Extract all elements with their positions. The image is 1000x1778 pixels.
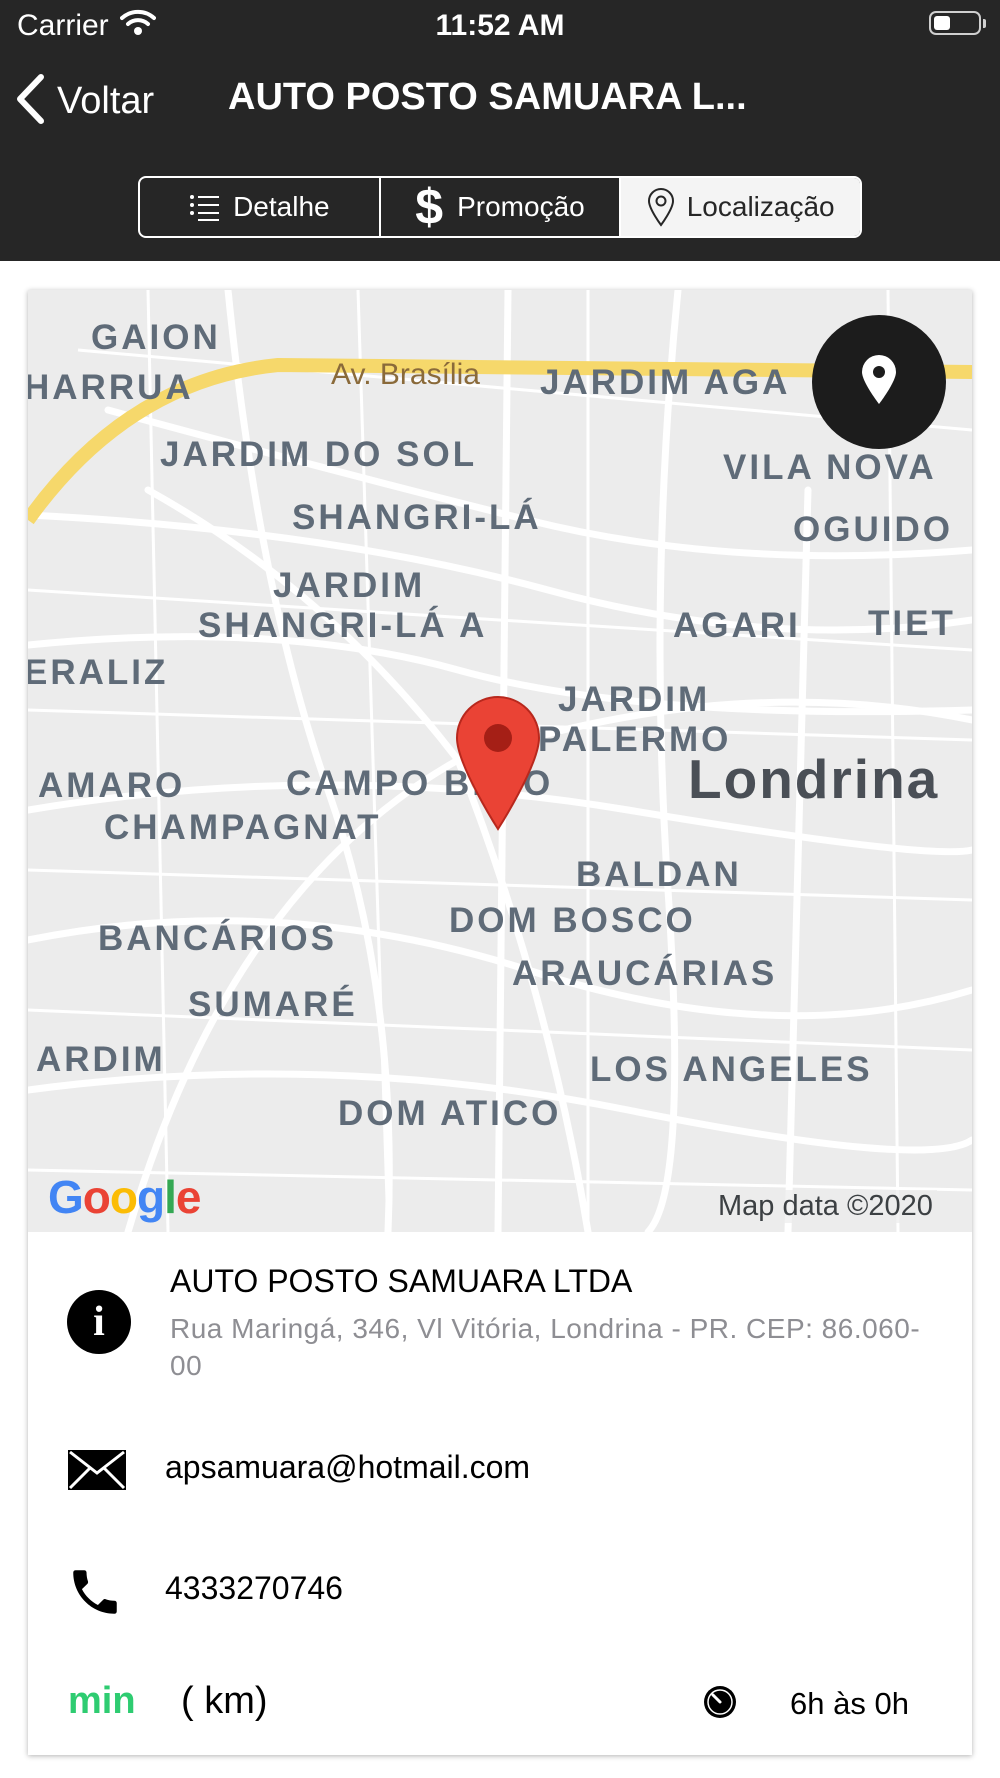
list-icon	[189, 193, 221, 221]
info-icon: i	[67, 1290, 131, 1354]
map-label: DOM ATICO	[338, 1094, 562, 1133]
map-label: JARDIM AGA	[540, 363, 791, 402]
map-label: SHANGRI-LÁ A	[198, 606, 488, 645]
map-label: JARDIM DO SOL	[160, 435, 478, 474]
map-label: DOM BOSCO	[449, 901, 696, 940]
clock-icon	[702, 1684, 738, 1725]
map-label: TIET	[868, 604, 956, 643]
phone-icon	[66, 1563, 124, 1626]
map-pin-icon	[647, 187, 675, 227]
map-label: OGUIDO	[793, 510, 953, 549]
back-label: Voltar	[57, 79, 155, 122]
map-label: CHAMPAGNAT	[104, 808, 382, 847]
back-button[interactable]: Voltar	[15, 70, 154, 132]
google-logo: Google	[48, 1171, 201, 1223]
tab-label: Promoção	[457, 191, 585, 222]
map-label: SHANGRI-LÁ	[292, 498, 542, 537]
map-label: BANCÁRIOS	[98, 919, 337, 958]
map-label: AMARO	[38, 766, 186, 805]
map-label: Av. Brasília	[331, 358, 480, 391]
map-marker-icon[interactable]	[455, 695, 541, 836]
location-pin-icon	[860, 354, 898, 411]
tab-promocao[interactable]: $ Promoção	[381, 178, 622, 236]
map-view[interactable]: GAION HARRUA Av. Brasília JARDIM AGA JAR…	[28, 290, 972, 1232]
station-phone[interactable]: 4333270746	[165, 1570, 343, 1607]
map-label: BALDAN	[576, 855, 742, 894]
map-label: ARAUCÁRIAS	[512, 954, 778, 993]
status-bar: Carrier 11:52 AM	[0, 0, 1000, 50]
chevron-left-icon	[15, 73, 45, 129]
tab-detalhe[interactable]: Detalhe	[140, 178, 381, 236]
station-address: Rua Maringá, 346, Vl Vitória, Londrina -…	[170, 1313, 921, 1381]
travel-time: min	[68, 1680, 136, 1722]
map-label: HARRUA	[28, 368, 194, 407]
station-name: AUTO POSTO SAMUARA LTDA	[170, 1263, 633, 1299]
dollar-icon: $	[415, 179, 444, 235]
map-label: AGARI	[673, 606, 801, 645]
map-label: GAION	[91, 318, 221, 357]
distance: ( km)	[181, 1680, 268, 1722]
mail-icon	[67, 1449, 127, 1496]
map-label-city: Londrina	[688, 748, 940, 810]
station-email[interactable]: apsamuara@hotmail.com	[165, 1449, 530, 1486]
map-label: JARDIM	[273, 566, 426, 605]
battery-icon	[929, 11, 986, 35]
tab-label: Localização	[686, 191, 835, 222]
map-label: ERALIZ	[28, 653, 169, 692]
map-credit: Map data ©2020	[714, 1190, 937, 1223]
tab-label: Detalhe	[233, 191, 330, 222]
map-label: SUMARÉ	[188, 985, 358, 1024]
tab-localizacao[interactable]: Localização	[621, 178, 860, 236]
segmented-control: Detalhe $ Promoção Localização	[138, 176, 862, 238]
my-location-button[interactable]	[812, 315, 946, 449]
map-label: ARDIM	[36, 1040, 166, 1079]
clock-time: 11:52 AM	[435, 9, 565, 42]
map-label: LOS ANGELES	[590, 1050, 873, 1089]
page-title: AUTO POSTO SAMUARA L...	[228, 76, 747, 118]
map-label: VILA NOVA	[723, 448, 937, 487]
opening-hours: 6h às 0h	[790, 1686, 909, 1721]
map-label: JARDIM	[558, 680, 711, 719]
